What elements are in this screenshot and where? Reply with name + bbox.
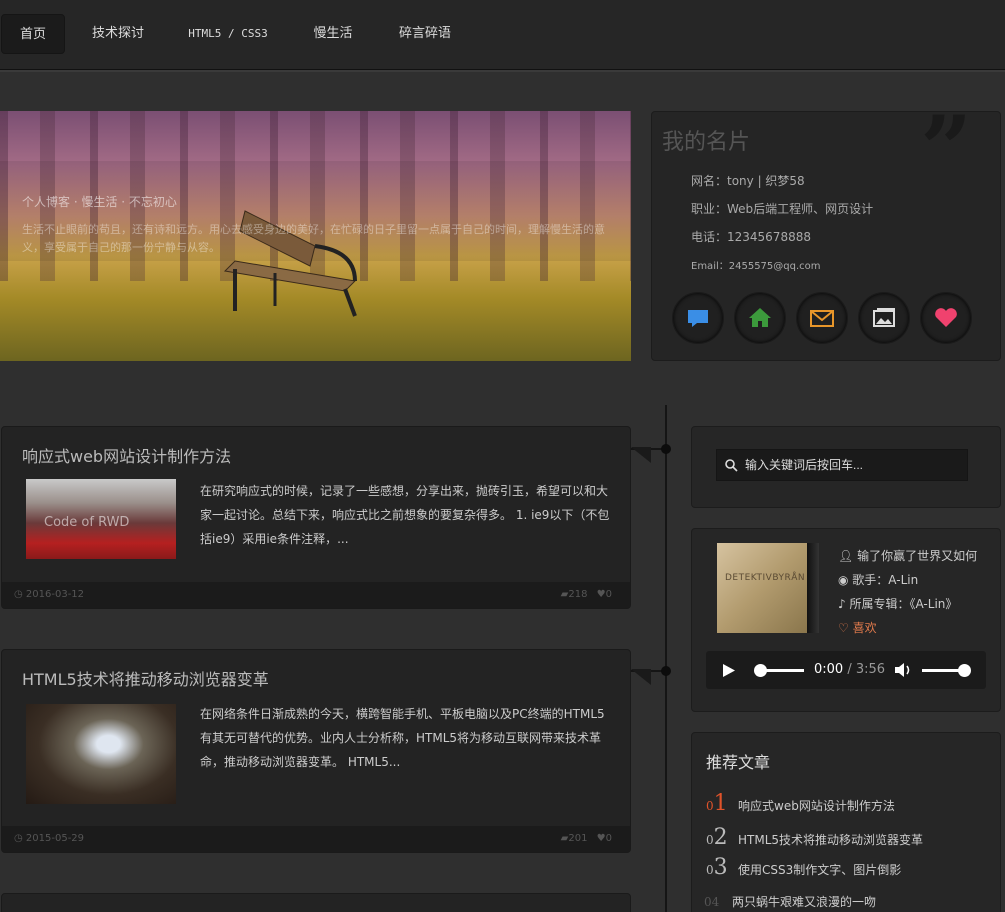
recommend-item[interactable]: 04 两只蜗牛艰难又浪漫的一吻 [704,893,876,910]
card-title: 我的名片 [662,130,751,155]
like-icon[interactable]: ♥ [597,589,606,600]
disc-icon: ◉ [838,573,853,587]
comment-count: 201 [568,833,588,844]
card-nickname: 网名：tony | 织梦58 [691,174,805,188]
post-footer: ◷ 2015-05-29 ▰201 ♥0 [2,826,630,852]
rank-number: 04 [704,895,720,909]
recommend-item[interactable]: 03 使用CSS3制作文字、图片倒影 [706,855,901,880]
song-singer: ◉ 歌手：A-Lin [838,573,919,587]
like-icon[interactable]: ♥ [597,833,606,844]
post-thumbnail[interactable]: Code of RWD [26,479,176,559]
vinyl-disc [807,543,819,633]
timeline-arrow [631,447,651,463]
rank-number: 02 [706,825,728,850]
heart-outline-icon: ♡ [838,621,853,635]
nav-item-slow-life[interactable]: 慢生活 [302,14,364,54]
post-date: ◷ 2015-05-29 [14,833,85,844]
card-email: Email：2455575@qq.com [691,261,821,272]
quote-mark-icon: ” [920,96,972,202]
nav-item-notes[interactable]: 碎言碎语 [387,14,463,54]
comment-icon [688,310,708,327]
time-current: 0:00 [814,662,844,677]
post-footer: ◷ 2016-03-12 ▰218 ♥0 [2,582,630,608]
timeline-dot [661,444,671,454]
nav-item-html5-css3[interactable]: HTML5 / CSS3 [178,14,278,54]
music-widget: DETEKTIVBYRÅN 👤︎ 输了你赢了世界又如何 ◉ 歌手：A-Lin ♪… [691,528,1001,712]
nav-item-home[interactable]: 首页 [1,14,65,54]
nav-item-tech[interactable]: 技术探讨 [80,14,156,54]
search-input[interactable] [745,450,965,480]
play-icon[interactable] [722,663,736,678]
like-count: 0 [605,833,612,844]
time-display: 0:00 / 3:56 [814,662,886,677]
nav-divider [0,70,1005,72]
recommend-title: 推荐文章 [706,753,771,772]
song-album: ♪ 所属专辑：《A-Lin》 [838,597,958,611]
song-title: 👤︎ 输了你赢了世界又如何 [838,549,978,563]
timeline-dot [661,666,671,676]
album-cover-title: DETEKTIVBYRÅN [725,573,806,583]
like-count: 0 [605,589,612,600]
home-button[interactable] [734,292,786,344]
clock-icon: ◷ [14,589,26,600]
favorite-button[interactable] [920,292,972,344]
music-note-icon: ♪ [838,597,850,611]
comment-button[interactable] [672,292,724,344]
post-excerpt: 在研究响应式的时候，记录了一些感想，分享出来，抛砖引玉，希望可以和大家一起讨论。… [200,484,610,546]
profile-card: ” 我的名片 网名：tony | 织梦58 职业：Web后端工程师、网页设计 电… [651,104,1001,361]
search-icon [725,459,738,472]
recommend-item[interactable]: 02 HTML5技术将推动移动浏览器变革 [706,825,923,850]
search-widget [691,426,1001,508]
banner-text: 生活不止眼前的苟且，还有诗和远方。用心去感受身边的美好，在忙碌的日子里留一点属于… [22,223,605,254]
rank-number: 03 [706,855,728,880]
rank-number: 01 [706,791,728,816]
card-phone: 电话：12345678888 [691,230,811,244]
post-card: HTML5技术将推动移动浏览器变革 在网络条件日渐成熟的今天，横跨智能手机、平板… [1,649,631,853]
comment-count: 218 [568,589,588,600]
recommend-item[interactable]: 01 响应式web网站设计制作方法 [706,791,895,816]
volume-thumb[interactable] [958,664,971,677]
post-meta: ▰218 ♥0 [561,589,612,600]
recommend-widget: 推荐文章 01 响应式web网站设计制作方法 02 HTML5技术将推动移动浏览器变… [691,732,1001,912]
banner-title: 个人博客 · 慢生活 · 不忘初心 [22,195,177,209]
volume-icon[interactable] [894,662,912,678]
mail-button[interactable] [796,292,848,344]
timeline-arrow [631,669,651,685]
post-excerpt: 在网络条件日渐成熟的今天，横跨智能手机、平板电脑以及PC终端的HTML5有其无可… [200,707,605,769]
audio-player: 0:00 / 3:56 [706,651,986,689]
clock-icon: ◷ [14,833,26,844]
top-nav: 首页 技术探讨 HTML5 / CSS3 慢生活 碎言碎语 [0,0,1005,70]
user-icon: 👤︎ [838,549,858,563]
post-card [1,893,631,912]
mail-icon [810,310,834,327]
post-title[interactable]: 响应式web网站设计制作方法 [22,443,231,467]
post-date: ◷ 2016-03-12 [14,589,85,600]
post-card: 响应式web网站设计制作方法 Code of RWD 在研究响应式的时候，记录了… [1,426,631,609]
progress-thumb[interactable] [754,664,767,677]
timeline-line [665,405,667,912]
home-icon [749,308,771,327]
time-total: 3:56 [855,662,886,677]
album-cover[interactable]: DETEKTIVBYRÅN [717,543,819,633]
heart-icon [935,308,957,327]
hero-banner[interactable]: 个人博客 · 慢生活 · 不忘初心 生活不止眼前的苟且，还有诗和远方。用心去感受… [0,111,631,361]
image-icon [873,308,895,327]
post-meta: ▰201 ♥0 [561,833,612,844]
thumbnail-caption: Code of RWD [44,515,130,530]
post-title[interactable]: HTML5技术将推动移动浏览器变革 [22,666,269,690]
post-thumbnail[interactable] [26,704,176,804]
gallery-button[interactable] [858,292,910,344]
like-song-button[interactable]: ♡ 喜欢 [838,619,877,636]
search-box [716,449,968,481]
card-job: 职业：Web后端工程师、网页设计 [691,202,874,216]
